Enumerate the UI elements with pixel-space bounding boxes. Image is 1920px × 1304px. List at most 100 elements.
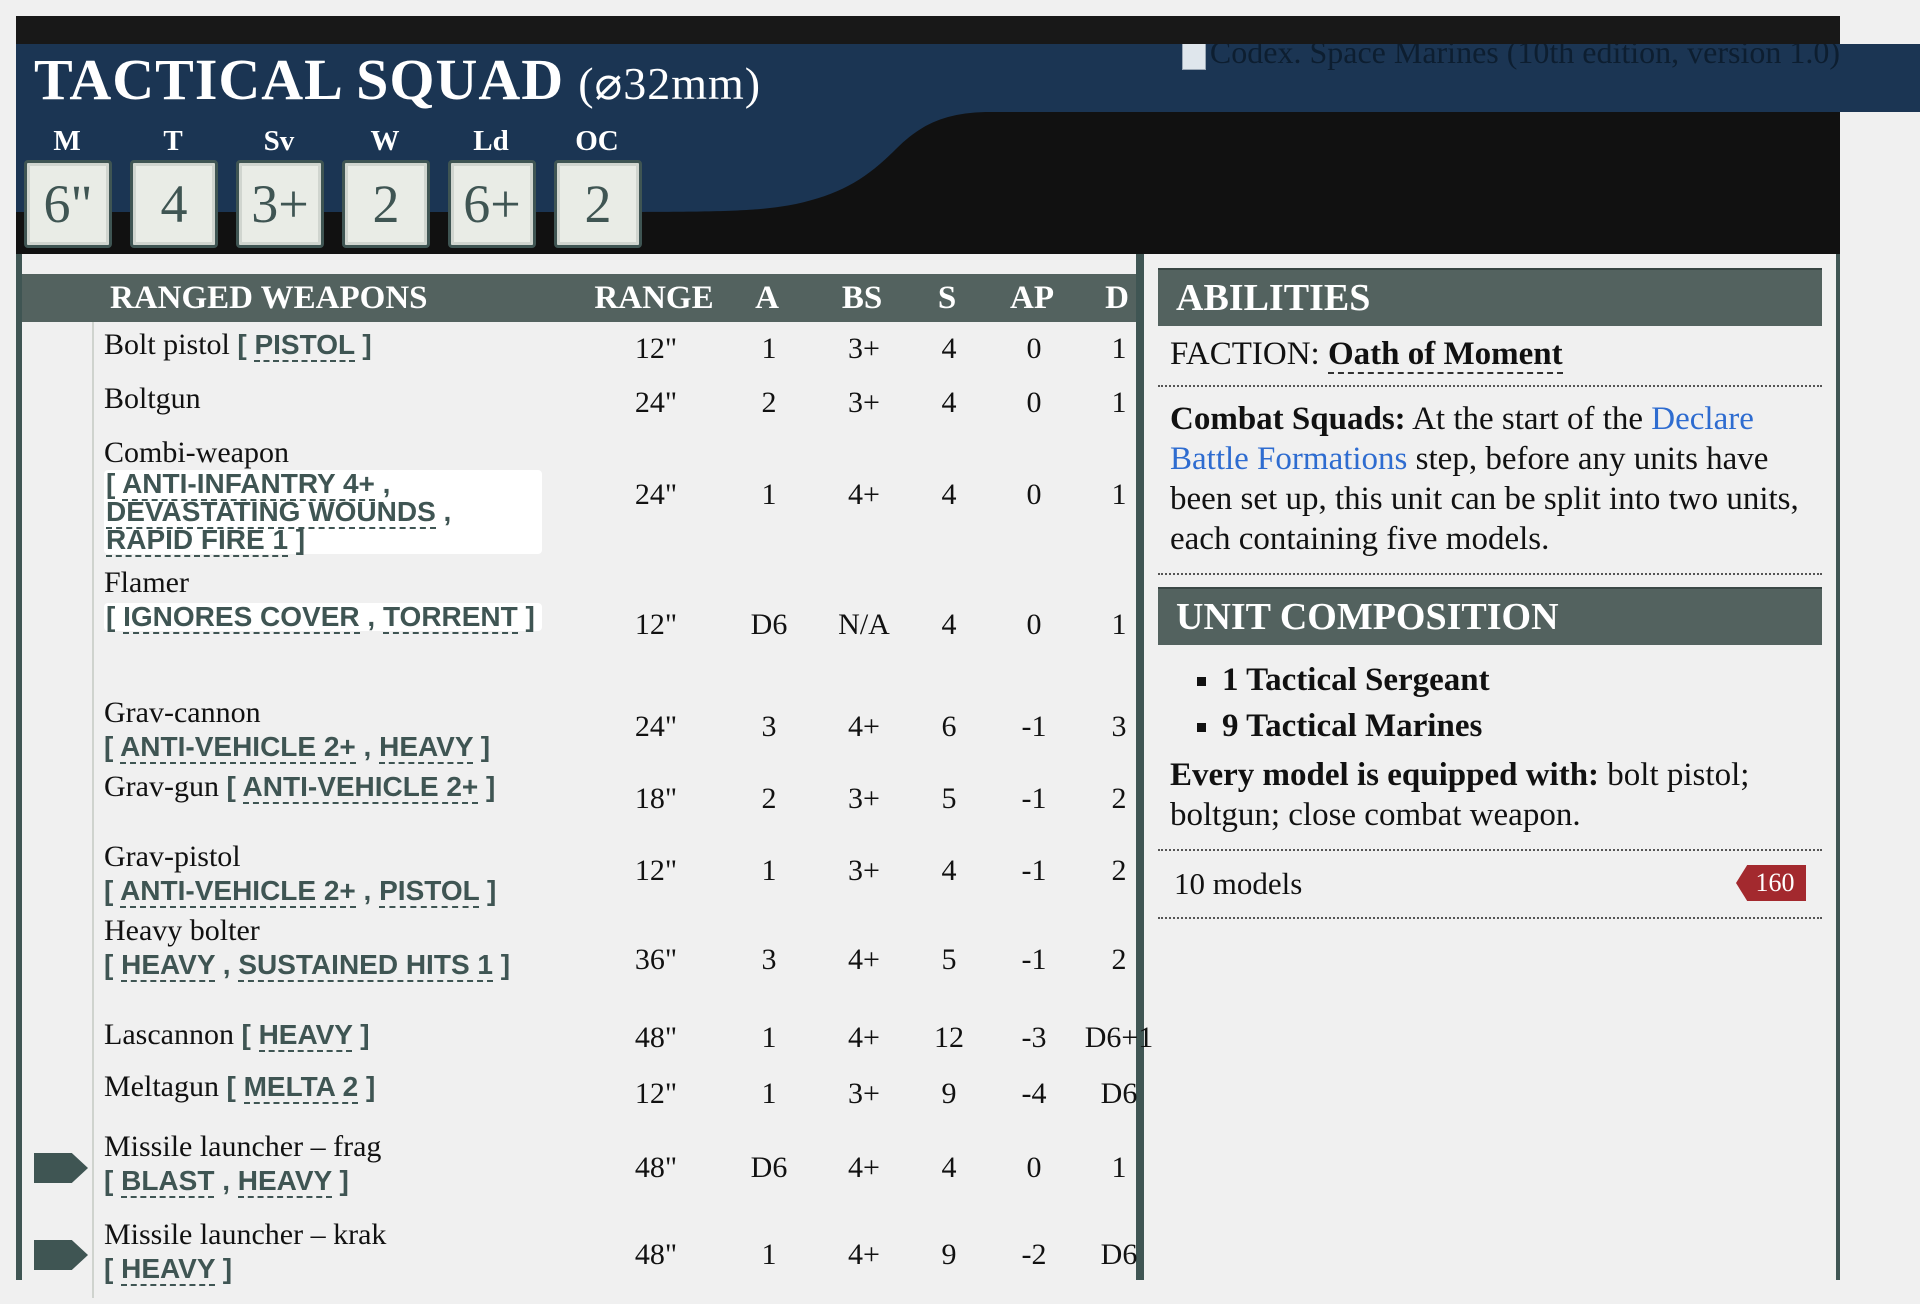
weapon-keywords: [ HEAVY ] xyxy=(241,1019,370,1052)
broken-image-icon xyxy=(1181,44,1206,70)
composition-list: 1 Tactical Sergeant 9 Tactical Marines xyxy=(1158,657,1822,749)
weapon-name: Flamer xyxy=(104,566,189,599)
weapon-name: Heavy bolter xyxy=(104,914,260,947)
weapon-d: D6+1 xyxy=(1084,1021,1154,1054)
weapon-name: Grav-cannon xyxy=(104,696,261,729)
weapon-a: 1 xyxy=(761,854,777,887)
weapon-keyword[interactable]: RAPID FIRE 1 xyxy=(106,524,289,557)
ranged-weapons-table: RANGED WEAPONS RANGE A BS S AP D Bolt pi… xyxy=(22,274,1153,1298)
weapon-name: Boltgun xyxy=(104,382,201,415)
weapon-name: Missile launcher – frag xyxy=(104,1130,382,1163)
weapon-a: D6 xyxy=(750,608,788,641)
weapon-keywords: [ PISTOL ] xyxy=(237,329,372,362)
weapon-a: 1 xyxy=(761,1238,777,1271)
weapon-row: Combi-weapon[ ANTI-INFANTRY 4+ , DEVASTA… xyxy=(94,430,1136,560)
weapon-name: Grav-pistol xyxy=(104,840,241,873)
weapon-row: Boltgun 24" 2 3+ 4 0 1 xyxy=(94,376,1136,430)
weapon-keyword[interactable]: HEAVY xyxy=(258,1019,353,1052)
weapon-name: Meltagun xyxy=(104,1070,219,1103)
weapon-name-cell: Flamer[ IGNORES COVER , TORRENT ] xyxy=(104,560,542,696)
weapon-row: Bolt pistol [ PISTOL ] 12" 1 3+ 4 0 1 xyxy=(94,322,1136,376)
weapon-keyword[interactable]: HEAVY xyxy=(121,1253,215,1286)
stat-value: 6+ xyxy=(448,160,536,248)
stat-label: W xyxy=(370,125,400,157)
weapon-keywords: [ IGNORES COVER , TORRENT ] xyxy=(104,601,542,634)
weapon-keywords: [ ANTI-VEHICLE 2+ , HEAVY ] xyxy=(104,731,491,764)
equipment-text: Every model is equipped with: bolt pisto… xyxy=(1158,749,1822,851)
weapon-range: 48" xyxy=(634,1021,678,1054)
weapon-d: 2 xyxy=(1111,943,1127,976)
page-margin xyxy=(1840,16,1920,1280)
weapon-name: Bolt pistol xyxy=(104,328,230,361)
stat-t: T4 xyxy=(130,122,218,248)
weapon-a: 1 xyxy=(761,332,777,365)
weapon-name-cell: Meltagun [ MELTA 2 ] xyxy=(104,1064,375,1130)
stat-ld: Ld 6+ xyxy=(448,122,536,248)
weapons-rows: Bolt pistol [ PISTOL ] 12" 1 3+ 4 0 1 Boltgun 24… xyxy=(34,322,1153,1298)
weapon-keyword[interactable]: HEAVY xyxy=(379,731,474,764)
weapon-name-cell: Lascannon [ HEAVY ] xyxy=(104,1012,370,1070)
weapon-name: Missile launcher – krak xyxy=(104,1218,387,1251)
weapon-a: 3 xyxy=(761,943,777,976)
faction-value[interactable]: Oath of Moment xyxy=(1327,336,1563,374)
weapon-keyword[interactable]: PISTOL xyxy=(379,875,480,908)
weapon-row: Grav-gun [ ANTI-VEHICLE 2+ ] 18" 2 3+ 5 -1 2 xyxy=(94,764,1136,834)
stat-label: Sv xyxy=(263,125,295,157)
weapon-d: D6 xyxy=(1100,1238,1138,1271)
weapon-d: 1 xyxy=(1111,1151,1127,1184)
weapon-keywords: [ ANTI-VEHICLE 2+ ] xyxy=(226,771,496,804)
weapon-d: D6 xyxy=(1100,1077,1138,1110)
weapon-keywords: [ MELTA 2 ] xyxy=(226,1071,376,1104)
weapon-a: 1 xyxy=(761,1077,777,1110)
weapon-range: 18" xyxy=(634,782,678,815)
weapon-keyword[interactable]: HEAVY xyxy=(121,949,215,982)
header-range: RANGE xyxy=(594,280,714,316)
stat-value: 3+ xyxy=(236,160,324,248)
unit-base-size: (⌀32mm) xyxy=(578,58,762,109)
composition-item: 1 Tactical Sergeant xyxy=(1222,657,1822,703)
unit-name: TACTICAL SQUAD xyxy=(34,47,565,112)
weapon-row: Missile launcher – krak[ HEAVY ] 48" 1 4+ 9-… xyxy=(34,1212,1137,1298)
weapon-range: 48" xyxy=(634,1238,678,1271)
model-count-row: 10 models 160 xyxy=(1158,851,1822,919)
weapon-a: 3 xyxy=(761,710,777,743)
stat-m: M 6" xyxy=(24,122,112,248)
equip-label: Every model is equipped with: xyxy=(1170,757,1600,793)
weapon-keywords: [ ANTI-VEHICLE 2+ , PISTOL ] xyxy=(104,875,497,908)
weapon-range: 36" xyxy=(634,943,678,976)
weapons-header-row: RANGED WEAPONS RANGE A BS S AP D xyxy=(22,274,1136,322)
stat-label: OC xyxy=(575,125,619,157)
header-a: A xyxy=(755,280,779,316)
combat-squads-ability: Combat Squads: At the start of the Decla… xyxy=(1158,387,1822,575)
weapon-keyword[interactable]: PISTOL xyxy=(254,329,355,362)
weapon-keyword[interactable]: ANTI-VEHICLE 2+ xyxy=(242,771,479,804)
weapon-name-cell: Combi-weapon[ ANTI-INFANTRY 4+ , DEVASTA… xyxy=(104,430,542,566)
weapon-range: 12" xyxy=(634,854,678,887)
weapon-name-cell: Bolt pistol [ PISTOL ] xyxy=(104,322,372,382)
composition-item: 9 Tactical Marines xyxy=(1222,703,1822,749)
header-name: RANGED WEAPONS xyxy=(110,280,428,316)
stat-line: M 6" T 4 Sv 3+ W 2 Ld 6+ OC 2 xyxy=(24,122,642,248)
weapon-keyword[interactable]: HEAVY xyxy=(237,1165,332,1198)
stat-value: 2 xyxy=(342,160,430,248)
weapon-keyword[interactable]: TORRENT xyxy=(382,601,518,634)
weapon-name-cell: Boltgun xyxy=(104,376,201,436)
weapon-keyword[interactable]: ANTI-VEHICLE 2+ xyxy=(120,731,356,764)
stat-sv: Sv 3+ xyxy=(236,122,324,248)
codex-link[interactable]: Codex. Space Marines (10th edition, vers… xyxy=(840,44,1840,71)
abilities-title: ABILITIES xyxy=(1158,268,1822,326)
weapon-row: Flamer[ IGNORES COVER , TORRENT ] 12" D6 N/… xyxy=(94,560,1136,690)
weapon-range: 24" xyxy=(634,478,678,511)
weapon-a: D6 xyxy=(750,1151,788,1184)
weapon-keyword[interactable]: ANTI-VEHICLE 2+ xyxy=(120,875,356,908)
weapon-keyword[interactable]: BLAST xyxy=(121,1165,215,1198)
weapon-a: 2 xyxy=(761,782,777,815)
unit-composition-title: UNIT COMPOSITION xyxy=(1158,587,1822,645)
weapon-keyword[interactable]: IGNORES COVER xyxy=(123,601,360,634)
weapon-a: 1 xyxy=(761,478,777,511)
unit-header: TACTICAL SQUAD (⌀32mm) Codex. Space Marin… xyxy=(16,44,1840,254)
weapon-keyword[interactable]: MELTA 2 xyxy=(243,1071,359,1104)
weapon-keyword[interactable]: SUSTAINED HITS 1 xyxy=(238,949,493,982)
weapon-name-cell: Grav-cannon[ ANTI-VEHICLE 2+ , HEAVY ] xyxy=(104,690,490,770)
weapon-range: 12" xyxy=(634,608,678,641)
